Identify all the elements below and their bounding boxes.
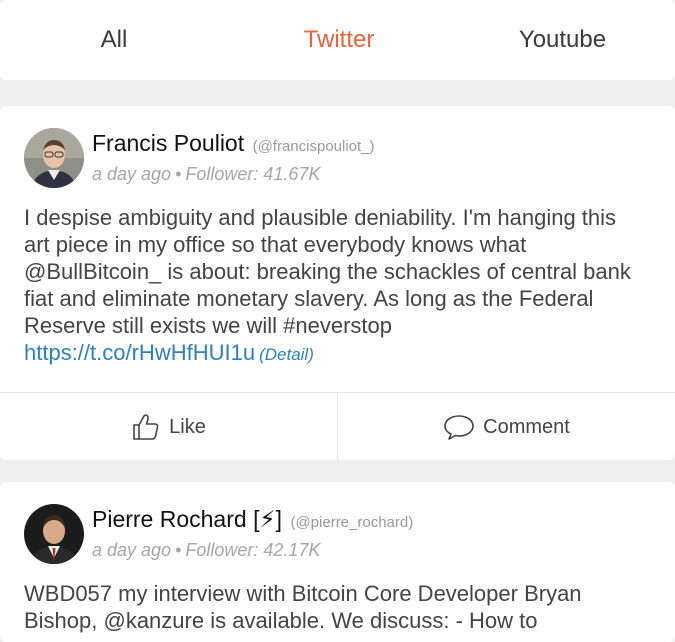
author-name[interactable]: Francis Pouliot bbox=[92, 130, 244, 156]
speech-bubble-icon bbox=[444, 415, 474, 440]
post-time: a day ago bbox=[92, 164, 172, 184]
separator-dot: • bbox=[175, 540, 182, 560]
post-body: WBD057 my interview with Bitcoin Core De… bbox=[24, 581, 582, 633]
thumbs-up-icon bbox=[133, 414, 159, 440]
post-link[interactable]: https://t.co/rHwHfHUI1u bbox=[24, 340, 255, 365]
avatar[interactable] bbox=[24, 504, 84, 564]
post-meta: a day ago • Follower: 42.17K bbox=[92, 540, 320, 561]
post-body: I despise ambiguity and plausible deniab… bbox=[24, 205, 631, 338]
post-actions: Like Comment bbox=[0, 392, 675, 461]
follower-count: Follower: 42.17K bbox=[185, 540, 321, 560]
post-card: Pierre Rochard [⚡] (@pierre_rochard) a d… bbox=[0, 482, 675, 642]
follower-count: Follower: 41.67K bbox=[185, 164, 321, 184]
comment-label: Comment bbox=[483, 415, 570, 438]
tab-twitter[interactable]: Twitter bbox=[228, 0, 450, 80]
detail-link[interactable]: (Detail) bbox=[259, 345, 314, 364]
post-time: a day ago bbox=[92, 540, 172, 560]
post-text: I despise ambiguity and plausible deniab… bbox=[24, 204, 644, 368]
avatar-photo bbox=[24, 128, 84, 188]
avatar-photo bbox=[24, 504, 84, 564]
author-handle[interactable]: (@pierre_rochard) bbox=[290, 514, 413, 531]
like-label: Like bbox=[169, 415, 206, 438]
post-card: Francis Pouliot (@francispouliot_) a day… bbox=[0, 106, 675, 461]
separator-dot: • bbox=[175, 164, 182, 184]
author-handle[interactable]: (@francispouliot_) bbox=[253, 138, 375, 155]
tab-youtube[interactable]: Youtube bbox=[450, 0, 675, 80]
author-line: Francis Pouliot (@francispouliot_) bbox=[92, 130, 375, 157]
tab-all[interactable]: All bbox=[0, 0, 228, 80]
source-tabs: All Twitter Youtube bbox=[0, 0, 675, 80]
avatar[interactable] bbox=[24, 128, 84, 188]
post-text: WBD057 my interview with Bitcoin Core De… bbox=[24, 580, 644, 634]
comment-button[interactable]: Comment bbox=[337, 393, 675, 461]
author-line: Pierre Rochard [⚡] (@pierre_rochard) bbox=[92, 506, 413, 533]
like-button[interactable]: Like bbox=[0, 393, 337, 461]
post-meta: a day ago • Follower: 41.67K bbox=[92, 164, 320, 185]
author-name[interactable]: Pierre Rochard [⚡] bbox=[92, 506, 282, 532]
